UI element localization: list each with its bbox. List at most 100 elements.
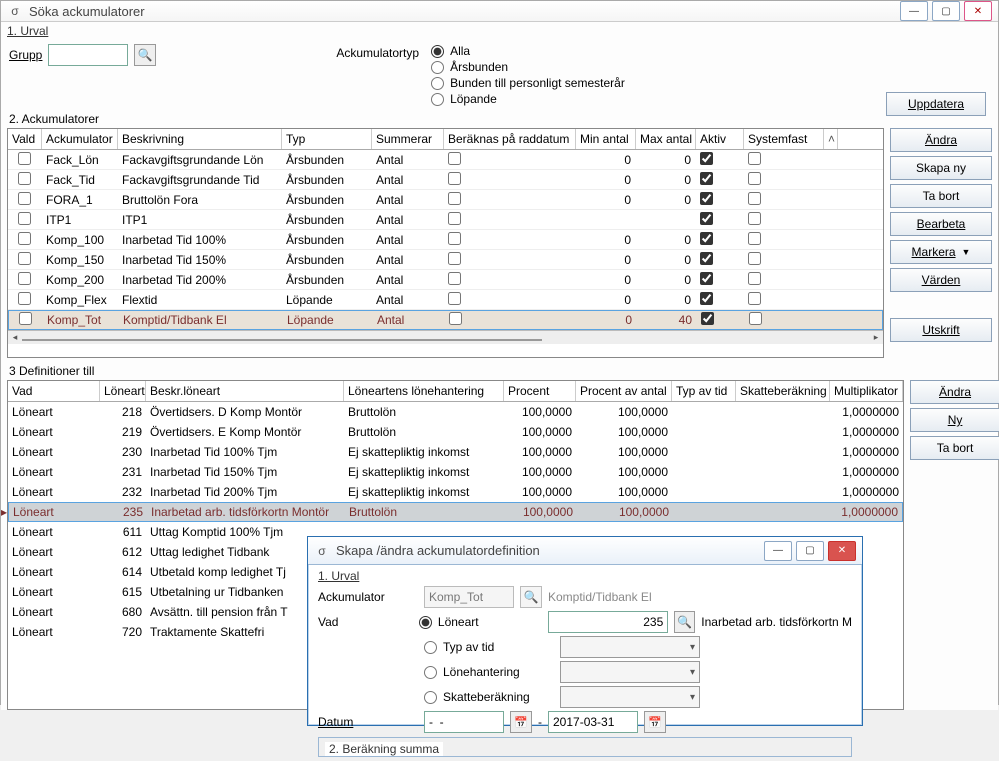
radio-typavtid[interactable]: Typ av tid <box>424 640 554 654</box>
radio-lopande[interactable]: Löpande <box>431 92 625 106</box>
vald-checkbox[interactable] <box>18 232 31 245</box>
table-row[interactable]: Komp_150Inarbetad Tid 150%ÅrsbundenAntal… <box>8 250 883 270</box>
aktiv-checkbox[interactable] <box>700 232 713 245</box>
radio-lonehantering[interactable]: Lönehantering <box>424 665 554 679</box>
aktiv-checkbox[interactable] <box>700 272 713 285</box>
datum-from-input[interactable] <box>424 711 504 733</box>
beraknas-checkbox[interactable] <box>448 212 461 225</box>
table-row[interactable]: Fack_LönFackavgiftsgrundande LönÅrsbunde… <box>8 150 883 170</box>
table-row[interactable]: Komp_200Inarbetad Tid 200%ÅrsbundenAntal… <box>8 270 883 290</box>
radio-arsbunden[interactable]: Årsbunden <box>431 60 625 74</box>
beraknas-checkbox[interactable] <box>448 172 461 185</box>
aktiv-checkbox[interactable] <box>700 252 713 265</box>
aktiv-checkbox[interactable] <box>700 172 713 185</box>
ta-bort-button[interactable]: Ta bort <box>890 184 992 208</box>
systemfast-checkbox[interactable] <box>748 232 761 245</box>
beraknas-checkbox[interactable] <box>448 152 461 165</box>
markera-button[interactable]: Markera▼ <box>890 240 992 264</box>
systemfast-checkbox[interactable] <box>748 212 761 225</box>
accum-type-label: Ackumulatortyp <box>336 44 419 60</box>
lonehantering-combo[interactable]: ▾ <box>560 661 700 683</box>
beraknas-checkbox[interactable] <box>448 192 461 205</box>
def-ta-bort-button[interactable]: Ta bort <box>910 436 999 460</box>
radio-skatteberakning[interactable]: Skatteberäkning <box>424 690 554 704</box>
close-button[interactable]: ✕ <box>964 1 992 21</box>
utskrift-button[interactable]: Utskrift <box>890 318 992 342</box>
vad-search-button[interactable]: 🔍 <box>674 611 695 633</box>
dialog-section-1: 1. Urval <box>318 569 852 583</box>
datum-from-cal-icon[interactable]: 📅 <box>510 711 532 733</box>
aktiv-checkbox[interactable] <box>701 312 714 325</box>
systemfast-checkbox[interactable] <box>748 252 761 265</box>
systemfast-checkbox[interactable] <box>749 312 762 325</box>
radio-personlig[interactable]: Bunden till personligt semesterår <box>431 76 625 90</box>
table-row[interactable]: Löneart219Övertidsers. E Komp MontörBrut… <box>8 422 903 442</box>
table-row[interactable]: Komp_TotKomptid/Tidbank ElLöpandeAntal04… <box>8 310 883 330</box>
beraknas-checkbox[interactable] <box>448 232 461 245</box>
table-row[interactable]: Komp_100Inarbetad Tid 100%ÅrsbundenAntal… <box>8 230 883 250</box>
titlebar: σ Söka ackumulatorer — ▢ ✕ <box>1 1 998 22</box>
col-ackumulator: Ackumulator <box>42 129 118 149</box>
systemfast-checkbox[interactable] <box>748 192 761 205</box>
table-row[interactable]: FORA_1Bruttolön ForaÅrsbundenAntal00 <box>8 190 883 210</box>
beraknas-checkbox[interactable] <box>448 272 461 285</box>
dialog-maximize-button[interactable]: ▢ <box>796 541 824 561</box>
ackumulatorer-grid[interactable]: Vald Ackumulator Beskrivning Typ Summera… <box>7 128 884 358</box>
dialog-close-button[interactable]: ✕ <box>828 541 856 561</box>
vald-checkbox[interactable] <box>18 292 31 305</box>
beraknas-checkbox[interactable] <box>448 252 461 265</box>
table-row[interactable]: Löneart230Inarbetad Tid 100% TjmEj skatt… <box>8 442 903 462</box>
bearbeta-button[interactable]: Bearbeta <box>890 212 992 236</box>
aktiv-checkbox[interactable] <box>700 292 713 305</box>
andra-button[interactable]: Ändra <box>890 128 992 152</box>
radio-alla[interactable]: Alla <box>431 44 625 58</box>
radio-loneart[interactable]: Löneart <box>419 615 542 629</box>
grupp-search-button[interactable]: 🔍 <box>134 44 156 66</box>
datum-to-input[interactable] <box>548 711 638 733</box>
vad-value-input[interactable] <box>548 611 668 633</box>
col-aktiv: Aktiv <box>696 129 744 149</box>
def-andra-button[interactable]: Ändra <box>910 380 999 404</box>
aktiv-checkbox[interactable] <box>700 212 713 225</box>
window-title: Söka ackumulatorer <box>29 4 900 19</box>
dialog-icon: σ <box>314 543 330 559</box>
table-row[interactable]: ITP1ITP1ÅrsbundenAntal <box>8 210 883 230</box>
datum-to-cal-icon[interactable]: 📅 <box>644 711 666 733</box>
systemfast-checkbox[interactable] <box>748 292 761 305</box>
systemfast-checkbox[interactable] <box>748 152 761 165</box>
edit-definition-dialog: σ Skapa /ändra ackumulatordefinition — ▢… <box>307 536 863 726</box>
vald-checkbox[interactable] <box>18 212 31 225</box>
beraknas-checkbox[interactable] <box>448 292 461 305</box>
table-row[interactable]: ▸Löneart235Inarbetad arb. tidsförkortn M… <box>8 502 903 522</box>
systemfast-checkbox[interactable] <box>748 172 761 185</box>
grupp-input[interactable] <box>48 44 128 66</box>
dialog-minimize-button[interactable]: — <box>764 541 792 561</box>
vald-checkbox[interactable] <box>18 252 31 265</box>
dialog-section-2: 2. Beräkning summa <box>325 742 443 756</box>
varden-button[interactable]: Värden <box>890 268 992 292</box>
def-ny-button[interactable]: Ny <box>910 408 999 432</box>
table-row[interactable]: Fack_TidFackavgiftsgrundande TidÅrsbunde… <box>8 170 883 190</box>
table-row[interactable]: Löneart231Inarbetad Tid 150% TjmEj skatt… <box>8 462 903 482</box>
beraknas-checkbox[interactable] <box>449 312 462 325</box>
aktiv-checkbox[interactable] <box>700 192 713 205</box>
vald-checkbox[interactable] <box>18 172 31 185</box>
grid-h-scroll[interactable]: ◂▸ <box>8 330 883 344</box>
skapa-ny-button[interactable]: Skapa ny <box>890 156 992 180</box>
vald-checkbox[interactable] <box>18 152 31 165</box>
table-row[interactable]: Löneart218Övertidsers. D Komp MontörBrut… <box>8 402 903 422</box>
table-row[interactable]: Löneart232Inarbetad Tid 200% TjmEj skatt… <box>8 482 903 502</box>
vald-checkbox[interactable] <box>19 312 32 325</box>
vald-checkbox[interactable] <box>18 272 31 285</box>
vald-checkbox[interactable] <box>18 192 31 205</box>
minimize-button[interactable]: — <box>900 1 928 21</box>
scroll-up-icon[interactable]: ˄ <box>824 129 838 149</box>
aktiv-checkbox[interactable] <box>700 152 713 165</box>
maximize-button[interactable]: ▢ <box>932 1 960 21</box>
table-row[interactable]: Komp_FlexFlextidLöpandeAntal00 <box>8 290 883 310</box>
typavtid-combo[interactable]: ▾ <box>560 636 700 658</box>
col-max: Max antal <box>636 129 696 149</box>
vad-desc: Inarbetad arb. tidsförkortn M <box>701 615 852 629</box>
dialog-title: Skapa /ändra ackumulatordefinition <box>336 543 764 558</box>
systemfast-checkbox[interactable] <box>748 272 761 285</box>
